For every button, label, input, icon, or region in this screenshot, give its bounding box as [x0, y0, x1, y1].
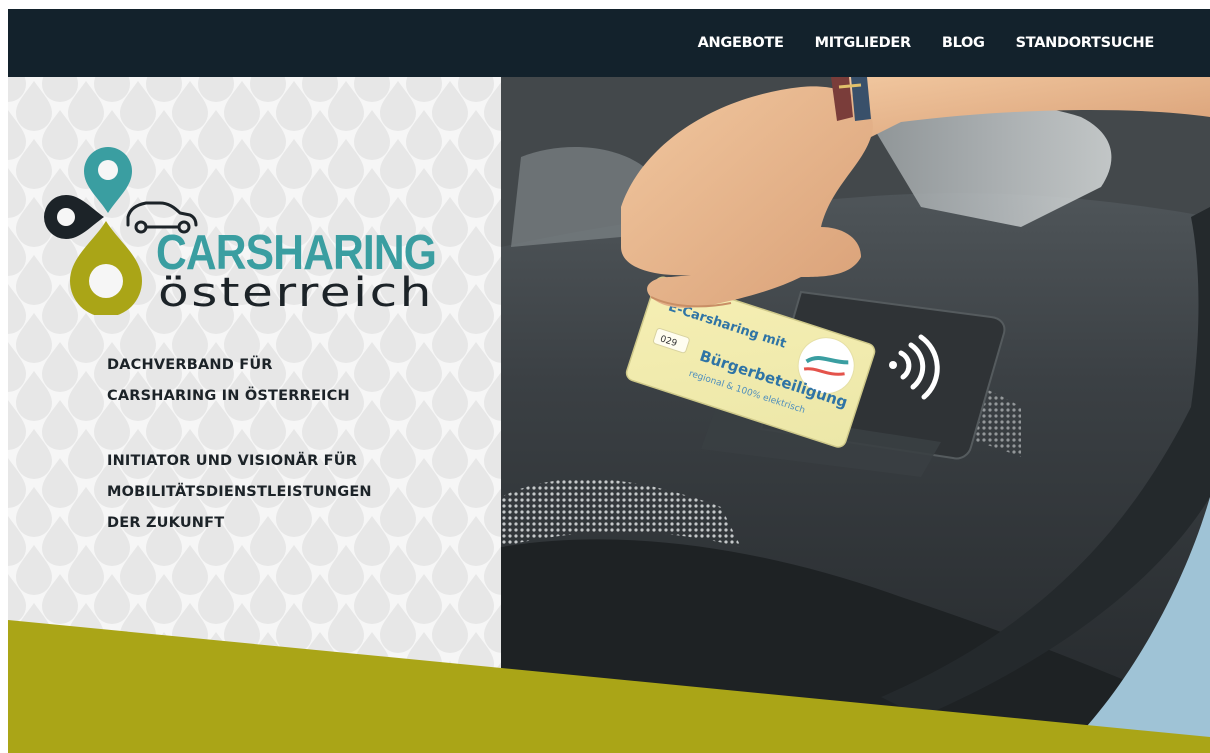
olive-drop-icon — [70, 221, 142, 315]
tagline-initiator: INITIATOR UND VISIONÄR FÜR MOBILITÄTSDIE… — [107, 446, 372, 539]
carsharing-oesterreich-logo[interactable]: CARSHARING österreich — [38, 145, 438, 315]
nav-link-mitglieder[interactable]: MITGLIEDER — [815, 35, 912, 51]
tagline-line: DER ZUKUNFT — [107, 515, 225, 531]
tagline-line: MOBILITÄTSDIENSTLEISTUNGEN — [107, 484, 372, 500]
main-menu: ANGEBOTE MITGLIEDER BLOG STANDORTSUCHE — [698, 9, 1155, 77]
tagline-line: DACHVERBAND FÜR — [107, 357, 273, 373]
nav-link-blog[interactable]: BLOG — [942, 35, 985, 51]
nav-link-standortsuche[interactable]: STANDORTSUCHE — [1016, 35, 1155, 51]
logo-brand-bottom: österreich — [158, 270, 434, 315]
top-navigation-bar: ANGEBOTE MITGLIEDER BLOG STANDORTSUCHE — [8, 9, 1210, 77]
tagline-line: INITIATOR UND VISIONÄR FÜR — [107, 453, 358, 469]
teal-pin-icon — [84, 147, 132, 213]
tagline-line: CARSHARING IN ÖSTERREICH — [107, 388, 350, 404]
hero-photo: E-Carsharing mit Bürgerbeteiligung regio… — [501, 77, 1210, 753]
hero-photo-illustration: E-Carsharing mit Bürgerbeteiligung regio… — [501, 77, 1210, 753]
tagline-dachverband: DACHVERBAND FÜR CARSHARING IN ÖSTERREICH — [107, 350, 350, 412]
hero-left-panel: CARSHARING österreich DACHVERBAND FÜR CA… — [8, 77, 501, 753]
dark-pin-icon — [44, 195, 104, 239]
nav-link-angebote[interactable]: ANGEBOTE — [698, 35, 784, 51]
page-frame: ANGEBOTE MITGLIEDER BLOG STANDORTSUCHE C… — [8, 9, 1210, 753]
